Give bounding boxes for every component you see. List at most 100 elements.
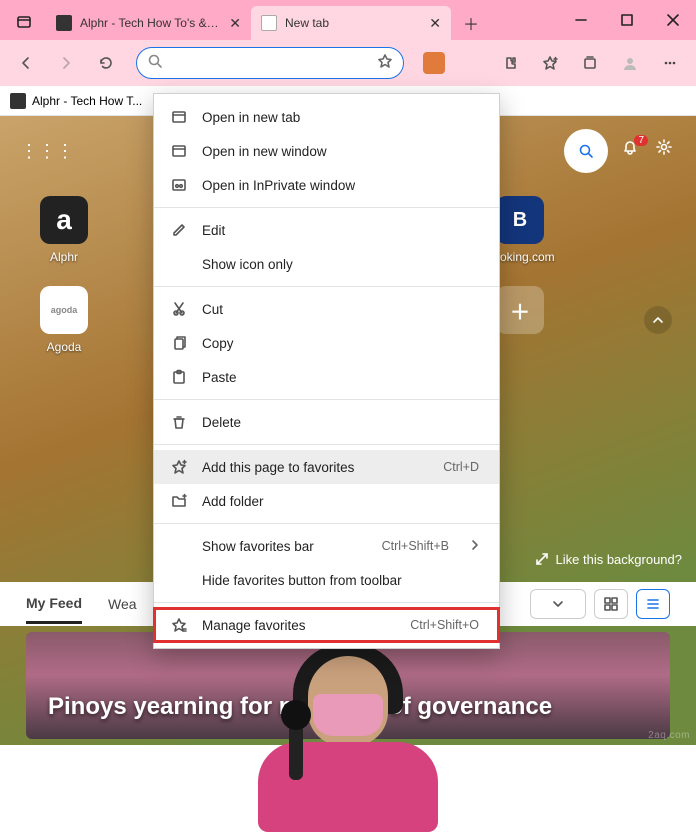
menu-item-open-in-new-window[interactable]: Open in new window: [154, 134, 499, 168]
tab-alphr[interactable]: Alphr - Tech How To's & Gui… ✕: [46, 6, 251, 40]
menu-item-label: Delete: [202, 415, 483, 430]
menu-shortcut: Ctrl+Shift+O: [410, 618, 479, 632]
new-tab-button[interactable]: ＋: [457, 9, 485, 37]
chevron-right-icon: [467, 537, 483, 556]
gear-icon: [656, 139, 676, 159]
menu-item-add-folder[interactable]: Add folder: [154, 484, 499, 518]
add-favorite-icon[interactable]: [377, 53, 393, 74]
paste-icon: [170, 368, 188, 386]
more-button[interactable]: [652, 45, 688, 81]
notification-badge: 7: [634, 135, 648, 146]
watermark: 2aq.com: [648, 730, 690, 741]
profile-icon: [622, 55, 638, 71]
window-controls: [558, 0, 696, 40]
menu-item-label: Add this page to favorites: [202, 460, 429, 475]
fox-icon: [423, 52, 445, 74]
close-icon[interactable]: ✕: [429, 15, 441, 32]
tile-icon: a: [40, 196, 88, 244]
menu-separator: [154, 523, 499, 524]
collections-button[interactable]: [572, 45, 608, 81]
tile-alphr[interactable]: a Alphr: [20, 196, 108, 264]
minimize-button[interactable]: [558, 0, 604, 40]
ntp-search-button[interactable]: [564, 129, 608, 173]
blank-icon: [170, 571, 188, 589]
inprivate-icon: [170, 176, 188, 194]
folder-icon: [170, 492, 188, 510]
chevron-up-icon: [650, 312, 666, 328]
notifications-button[interactable]: 7: [622, 139, 642, 164]
maximize-button[interactable]: [604, 0, 650, 40]
search-icon: [578, 143, 594, 159]
menu-item-copy[interactable]: Copy: [154, 326, 499, 360]
delete-icon: [170, 413, 188, 431]
copy-icon: [170, 334, 188, 352]
menu-item-label: Hide favorites button from toolbar: [202, 573, 483, 588]
menu-item-label: Show favorites bar: [202, 539, 368, 554]
close-window-button[interactable]: [650, 0, 696, 40]
feed-tab-weather[interactable]: Wea: [108, 586, 137, 622]
menu-item-delete[interactable]: Delete: [154, 405, 499, 439]
favmgr-icon: [170, 616, 188, 634]
menu-item-paste[interactable]: Paste: [154, 360, 499, 394]
cut-icon: [170, 300, 188, 318]
menu-item-show-favorites-bar[interactable]: Show favorites barCtrl+Shift+B: [154, 529, 499, 563]
menu-item-add-this-page-to-favorites[interactable]: Add this page to favorites Ctrl+D: [154, 450, 499, 484]
menu-separator: [154, 444, 499, 445]
refresh-button[interactable]: [88, 45, 124, 81]
blank-icon: [170, 537, 188, 555]
menu-item-show-icon-only[interactable]: Show icon only: [154, 247, 499, 281]
menu-item-open-in-inprivate-window[interactable]: Open in InPrivate window: [154, 168, 499, 202]
bookmark-favicon-icon: [10, 93, 26, 109]
minimize-icon: [573, 12, 589, 28]
list-view-button[interactable]: [636, 589, 670, 619]
address-bar[interactable]: [136, 47, 404, 79]
menu-item-label: Open in new tab: [202, 110, 483, 125]
profile-button[interactable]: [612, 45, 648, 81]
bookmark-item[interactable]: Alphr - Tech How T...: [32, 94, 142, 108]
blank-icon: [170, 255, 188, 273]
menu-item-label: Add folder: [202, 494, 483, 509]
app-launcher-button[interactable]: ⋮⋮⋮: [20, 141, 74, 162]
menu-item-label: Edit: [202, 223, 483, 238]
favorites-button[interactable]: [532, 45, 568, 81]
collections-icon: [582, 55, 598, 71]
metamask-extension-button[interactable]: [416, 45, 452, 81]
expand-icon: [534, 551, 550, 567]
menu-item-edit[interactable]: Edit: [154, 213, 499, 247]
tab-actions-icon: [16, 14, 32, 30]
personalize-dropdown[interactable]: [530, 589, 586, 619]
tile-agoda[interactable]: agoda Agoda: [20, 286, 108, 354]
tab-newtab[interactable]: New tab ✕: [251, 6, 451, 40]
like-background-link[interactable]: Like this background?: [534, 551, 682, 567]
close-icon[interactable]: ✕: [229, 15, 241, 32]
menu-shortcut: Ctrl+D: [443, 460, 479, 474]
menu-item-label: Open in InPrivate window: [202, 178, 483, 193]
page-settings-button[interactable]: [656, 139, 676, 164]
forward-button[interactable]: [48, 45, 84, 81]
menu-item-hide-favorites-button-from-toolbar[interactable]: Hide favorites button from toolbar: [154, 563, 499, 597]
address-input[interactable]: [171, 56, 377, 71]
menu-item-cut[interactable]: Cut: [154, 292, 499, 326]
tile-icon: agoda: [40, 286, 88, 334]
menu-item-label: Manage favorites: [202, 618, 396, 633]
maximize-icon: [619, 12, 635, 28]
favadd-icon: [170, 458, 188, 476]
tile-icon: B: [496, 196, 544, 244]
menu-item-label: Copy: [202, 336, 483, 351]
star-icon: [542, 55, 558, 71]
story-image: [253, 650, 443, 820]
back-button[interactable]: [8, 45, 44, 81]
favicon-icon: [56, 15, 72, 31]
edit-icon: [170, 221, 188, 239]
menu-item-open-in-new-tab[interactable]: Open in new tab: [154, 100, 499, 134]
menu-item-manage-favorites[interactable]: Manage favorites Ctrl+Shift+O: [154, 608, 499, 642]
tab-actions-button[interactable]: [8, 6, 40, 38]
extensions-button[interactable]: [492, 45, 528, 81]
menu-item-label: Show icon only: [202, 257, 483, 272]
tab-title: Alphr - Tech How To's & Gui…: [80, 16, 221, 30]
grid-view-button[interactable]: [594, 589, 628, 619]
tab-icon: [170, 108, 188, 126]
feed-tab-myfeed[interactable]: My Feed: [26, 585, 82, 624]
expand-tiles-button[interactable]: [644, 306, 672, 334]
menu-separator: [154, 602, 499, 603]
